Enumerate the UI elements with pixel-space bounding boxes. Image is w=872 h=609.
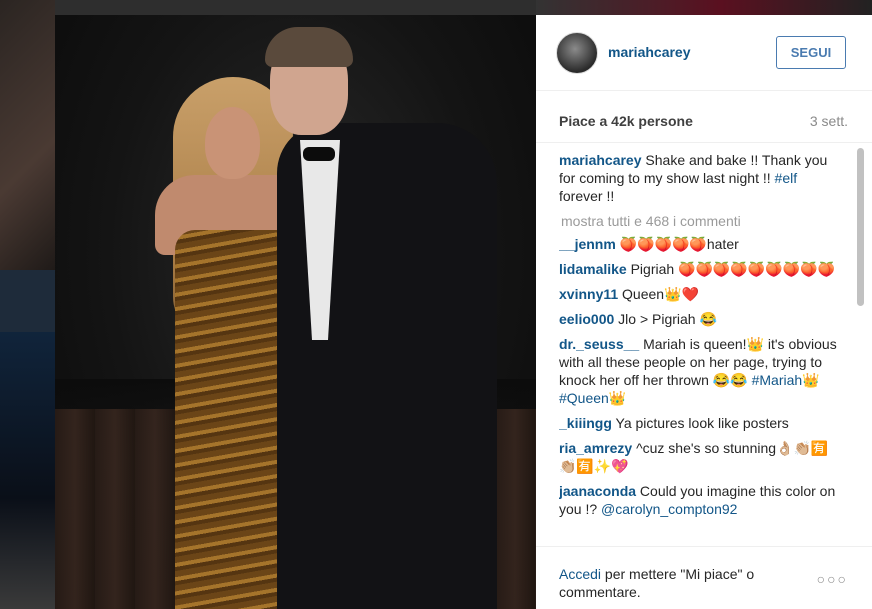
list-item: dr._seuss__ Mariah is queen!👑 it's obvio… bbox=[559, 335, 844, 407]
photo-figure-woman-face bbox=[205, 107, 260, 179]
comment-text: 🍑🍑🍑🍑🍑hater bbox=[619, 236, 739, 252]
post-photo bbox=[55, 15, 536, 609]
post-timestamp[interactable]: 3 sett. bbox=[810, 113, 848, 129]
hashtag-link[interactable]: #Mariah👑 bbox=[752, 372, 820, 388]
likes-row: Piace a 42k persone 3 sett. bbox=[536, 91, 872, 143]
more-options-icon[interactable]: ○○○ bbox=[817, 571, 848, 587]
comment-username[interactable]: xvinny11 bbox=[559, 286, 618, 302]
likes-count[interactable]: Piace a 42k persone bbox=[559, 113, 693, 129]
photo-figure-man-hair bbox=[265, 27, 353, 67]
hashtag-link[interactable]: #Queen👑 bbox=[559, 390, 626, 406]
comment-text: Pigriah 🍑🍑🍑🍑🍑🍑🍑🍑🍑 bbox=[630, 261, 835, 277]
background-image-tile bbox=[0, 332, 55, 609]
post-footer: Accedi per mettere "Mi piace" o commenta… bbox=[536, 546, 872, 609]
background-image-tile bbox=[0, 270, 55, 332]
list-item: eelio000 Jlo > Pigriah 😂 bbox=[559, 310, 844, 328]
list-item: lidamalike Pigriah 🍑🍑🍑🍑🍑🍑🍑🍑🍑 bbox=[559, 260, 844, 278]
post-header: mariahcarey SEGUI bbox=[536, 15, 872, 91]
list-item: jaanaconda Could you imagine this color … bbox=[559, 482, 844, 518]
comment-text: Ya pictures look like posters bbox=[615, 415, 789, 431]
background-image-tile bbox=[55, 0, 536, 15]
comment-username[interactable]: mariahcarey bbox=[559, 152, 642, 168]
hashtag-link[interactable]: #elf bbox=[775, 170, 798, 186]
comment-username[interactable]: ria_amrezy bbox=[559, 440, 632, 456]
list-item: __jennm 🍑🍑🍑🍑🍑hater bbox=[559, 235, 844, 253]
avatar[interactable] bbox=[556, 32, 598, 74]
list-item: ria_amrezy ^cuz she's so stunning👌🏼👏🏼🈶👏🏼… bbox=[559, 439, 844, 475]
mention-link[interactable]: @carolyn_compton92 bbox=[601, 501, 737, 517]
login-prompt: Accedi per mettere "Mi piace" o commenta… bbox=[559, 565, 799, 601]
comments-scrollbar[interactable] bbox=[857, 146, 865, 546]
comment-username[interactable]: jaanaconda bbox=[559, 483, 636, 499]
view-all-comments-link[interactable]: mostra tutti e 468 i commenti bbox=[561, 212, 844, 230]
comment-text: Queen👑❤️ bbox=[622, 286, 699, 302]
login-link[interactable]: Accedi bbox=[559, 566, 601, 582]
comment-username[interactable]: __jennm bbox=[559, 236, 616, 252]
list-item: xvinny11 Queen👑❤️ bbox=[559, 285, 844, 303]
comments-list[interactable]: mariahcarey Shake and bake !! Thank you … bbox=[559, 151, 844, 545]
comment-username[interactable]: lidamalike bbox=[559, 261, 627, 277]
follow-button[interactable]: SEGUI bbox=[776, 36, 846, 69]
comment-username[interactable]: dr._seuss__ bbox=[559, 336, 639, 352]
scrollbar-thumb[interactable] bbox=[857, 148, 864, 306]
background-image-tile bbox=[0, 0, 55, 270]
photo-figure-man-bowtie bbox=[303, 147, 335, 161]
comment-username[interactable]: eelio000 bbox=[559, 311, 614, 327]
list-item: _kiiingg Ya pictures look like posters bbox=[559, 414, 844, 432]
username-link[interactable]: mariahcarey bbox=[608, 44, 691, 60]
post-side-panel: mariahcarey SEGUI Piace a 42k persone 3 … bbox=[536, 15, 872, 609]
comment-text: Jlo > Pigriah 😂 bbox=[618, 311, 717, 327]
comment-username[interactable]: _kiiingg bbox=[559, 415, 612, 431]
background-image-tile bbox=[536, 0, 872, 15]
caption-suffix: forever !! bbox=[559, 188, 615, 204]
caption: mariahcarey Shake and bake !! Thank you … bbox=[559, 151, 844, 205]
